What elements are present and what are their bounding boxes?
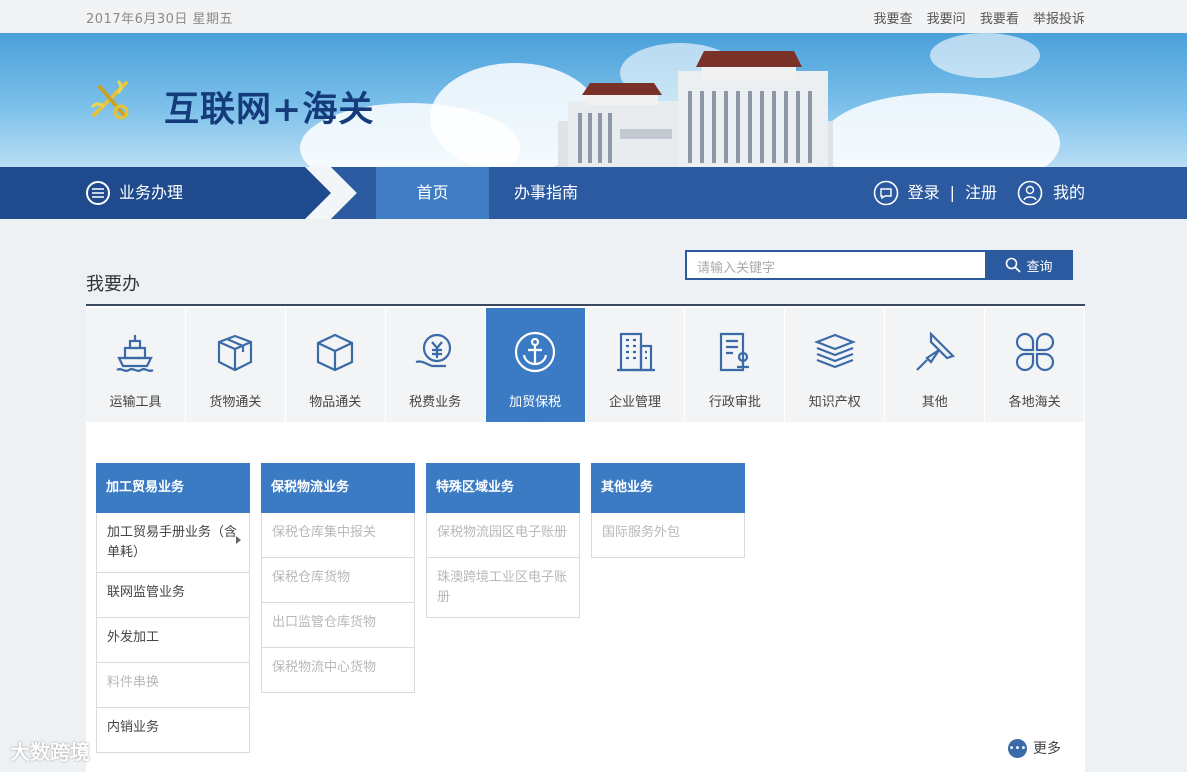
tile-label: 税费业务: [409, 395, 462, 410]
nav-separator: |: [949, 183, 955, 202]
tile-label: 其他: [921, 395, 948, 410]
column-header: 保税物流业务: [261, 463, 415, 513]
link-search[interactable]: 我要查: [874, 12, 913, 27]
nav-user-area: 登录 | 注册 我的: [873, 180, 1085, 206]
tile-transport[interactable]: 运输工具: [86, 308, 186, 422]
list-item[interactable]: 保税仓库集中报关: [261, 513, 415, 558]
top-bar: 2017年6月30日 星期五 我要查 我要问 我要看 举报投诉: [0, 0, 1187, 33]
main-nav: 业务办理 首页 办事指南 登录 | 注册 我的: [0, 167, 1187, 219]
tile-label: 各地海关: [1008, 395, 1061, 410]
tile-goods-clearance[interactable]: 货物通关: [185, 308, 286, 422]
column-header: 其他业务: [591, 463, 745, 513]
column-processing-trade: 加工贸易业务 加工贸易手册业务（含单耗） 联网监管业务 外发加工 料件串换 内销…: [96, 463, 250, 753]
list-item[interactable]: 加工贸易手册业务（含单耗）: [96, 513, 250, 573]
tile-label: 行政审批: [708, 395, 761, 410]
business-menu-button[interactable]: 业务办理: [86, 180, 183, 206]
list-item[interactable]: 保税物流园区电子账册: [426, 513, 580, 558]
column-header: 加工贸易业务: [96, 463, 250, 513]
books-icon: [813, 333, 856, 369]
tile-label: 加贸保税: [509, 395, 562, 410]
package-icon: [218, 334, 253, 372]
chat-icon: [873, 180, 898, 206]
tile-label: 货物通关: [209, 395, 262, 410]
more-label: 更多: [1033, 741, 1061, 757]
tile-label: 物品通关: [309, 395, 362, 410]
search-button-label: 查询: [1026, 259, 1053, 275]
link-view[interactable]: 我要看: [980, 12, 1019, 27]
watermark: 大数跨境: [10, 740, 90, 764]
section-header: 我要办 请输入关键字 查询: [86, 220, 1085, 306]
tile-tax[interactable]: 税费业务: [385, 308, 486, 422]
register-link[interactable]: 注册: [965, 180, 997, 206]
list-item[interactable]: 保税仓库货物: [261, 558, 415, 603]
customs-building-image: [558, 51, 833, 167]
mine-link[interactable]: 我的: [1053, 180, 1085, 206]
clover-icon: [1015, 332, 1054, 372]
list-item[interactable]: 出口监管仓库货物: [261, 603, 415, 648]
list-item[interactable]: 外发加工: [96, 618, 250, 663]
business-menu-label: 业务办理: [119, 183, 184, 202]
tile-articles-clearance[interactable]: 物品通关: [285, 308, 386, 422]
box-icon: [317, 333, 354, 372]
service-tiles: 运输工具 货物通关 物品通关 税费业务 加贸保税 企业管理 行政审批 知识产权 …: [86, 308, 1086, 422]
pin-icon: [915, 331, 955, 371]
section-title: 我要办: [86, 274, 140, 295]
tile-label: 运输工具: [109, 395, 162, 410]
link-report[interactable]: 举报投诉: [1033, 12, 1085, 27]
list-item[interactable]: 保税物流中心货物: [261, 648, 415, 693]
ship-icon: [116, 335, 155, 372]
tab-guide[interactable]: 办事指南: [514, 167, 578, 219]
tile-enterprise[interactable]: 企业管理: [585, 308, 686, 422]
menu-icon: [86, 181, 110, 205]
more-link[interactable]: ••• 更多: [1008, 738, 1061, 758]
document-stamp-icon: [719, 332, 749, 372]
login-link[interactable]: 登录: [908, 180, 940, 206]
nav-chevron-decoration: [305, 167, 377, 219]
list-item[interactable]: 珠澳跨境工业区电子账册: [426, 558, 580, 618]
list-item[interactable]: 内销业务: [96, 708, 250, 753]
building-icon: [616, 332, 655, 372]
list-item[interactable]: 联网监管业务: [96, 573, 250, 618]
tile-other[interactable]: 其他: [885, 308, 986, 422]
tile-label: 企业管理: [608, 395, 661, 410]
tile-bonded-processing[interactable]: 加贸保税: [485, 308, 586, 422]
top-links: 我要查 我要问 我要看 举报投诉: [864, 8, 1085, 27]
column-special-zone: 特殊区域业务 保税物流园区电子账册 珠澳跨境工业区电子账册: [426, 463, 580, 618]
link-ask[interactable]: 我要问: [927, 12, 966, 27]
column-bonded-logistics: 保税物流业务 保税仓库集中报关 保税仓库货物 出口监管仓库货物 保税物流中心货物: [261, 463, 415, 693]
list-item[interactable]: 国际服务外包: [591, 513, 745, 558]
chevron-right-icon: [236, 536, 241, 544]
user-icon: [1017, 180, 1043, 206]
current-date: 2017年6月30日 星期五: [86, 12, 234, 27]
search-button[interactable]: 查询: [985, 250, 1073, 280]
tile-admin-approval[interactable]: 行政审批: [685, 308, 786, 422]
yuan-hand-icon: [415, 333, 452, 368]
customs-emblem-icon: [90, 79, 129, 120]
list-item[interactable]: 料件串换: [96, 663, 250, 708]
list-item-label: 加工贸易手册业务（含单耗）: [107, 525, 238, 560]
tile-label: 知识产权: [808, 395, 861, 410]
search-icon: [1006, 257, 1022, 273]
column-header: 特殊区域业务: [426, 463, 580, 513]
tab-home[interactable]: 首页: [376, 167, 489, 219]
tile-local-customs[interactable]: 各地海关: [985, 308, 1086, 422]
site-title: 互联网+海关: [164, 89, 375, 130]
column-other-business: 其他业务 国际服务外包: [591, 463, 745, 558]
tile-ip-rights[interactable]: 知识产权: [785, 308, 886, 422]
anchor-icon: [514, 331, 556, 373]
more-dots-icon: •••: [1008, 738, 1027, 758]
banner: 互联网+海关: [0, 33, 1187, 167]
search-input[interactable]: 请输入关键字: [685, 250, 987, 280]
